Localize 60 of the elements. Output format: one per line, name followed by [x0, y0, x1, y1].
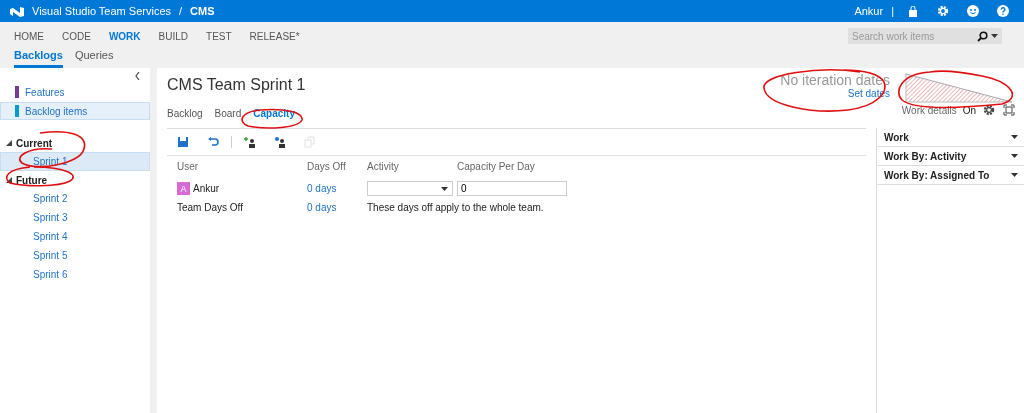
team-days-off-label: Team Days Off — [177, 201, 244, 213]
chart-section-header[interactable]: Work — [877, 128, 1024, 147]
dropdown-caret-icon — [991, 34, 998, 38]
column-header: Days Off — [307, 161, 347, 174]
hub-tab[interactable]: BUILD — [158, 30, 189, 42]
sprint-item[interactable]: Sprint 3 — [0, 208, 150, 227]
column-header: User — [177, 161, 200, 174]
user-name[interactable]: Ankur — [854, 5, 884, 17]
work-details-label: Work details — [901, 104, 957, 116]
header-divider: | — [891, 5, 894, 17]
hub-tab[interactable]: TEST — [206, 30, 232, 42]
view-tab[interactable]: Backlog — [167, 108, 203, 119]
caret-icon — [1011, 135, 1018, 139]
collapse-icon[interactable] — [135, 70, 140, 82]
sprint-item[interactable]: Sprint 6 — [0, 265, 150, 284]
backlog-item[interactable]: Features — [0, 83, 150, 101]
subhub-tab[interactable]: Queries — [74, 49, 114, 68]
sprint-item[interactable]: Sprint 5 — [0, 246, 150, 265]
search-icon[interactable] — [977, 30, 988, 42]
chart-section-header[interactable]: Work By: Assigned To — [877, 166, 1024, 185]
team-note: These days off apply to the whole team. — [367, 201, 545, 213]
hub-tab[interactable]: WORK — [108, 30, 141, 42]
search-field[interactable]: Search work items — [848, 28, 975, 44]
hub-tab[interactable]: HOME — [14, 30, 44, 42]
chart-section-header[interactable]: Work By: Activity — [877, 147, 1024, 166]
hub-tab[interactable]: RELEASE* — [249, 30, 300, 42]
days-off-link[interactable]: 0 days — [307, 183, 367, 194]
expand-icon[interactable] — [6, 177, 12, 183]
column-header: Activity — [367, 161, 400, 174]
hub-tab[interactable]: CODE — [62, 30, 91, 42]
logo-icon[interactable] — [10, 5, 24, 17]
undo-icon[interactable] — [207, 136, 219, 148]
sprint-item[interactable]: Sprint 4 — [0, 227, 150, 246]
backlog-link[interactable]: Features — [25, 86, 65, 98]
add-user-icon[interactable] — [244, 136, 256, 148]
sprint-item[interactable]: Sprint 2 — [0, 189, 150, 208]
user-avatar: A — [177, 182, 190, 195]
caret-icon — [1011, 173, 1018, 177]
user-name-cell: Ankur — [193, 183, 220, 194]
backlog-link[interactable]: Backlog items — [25, 105, 88, 117]
sprint-title: CMS Team Sprint 1 — [167, 76, 306, 94]
view-tab[interactable]: Board — [214, 108, 242, 119]
search-button[interactable] — [975, 28, 1002, 44]
product-name: Visual Studio Team Services — [32, 5, 171, 17]
iteration-group[interactable]: Current — [16, 137, 53, 149]
view-tab[interactable]: Capacity — [253, 108, 295, 119]
sprint-item[interactable]: Sprint 1 — [0, 152, 150, 171]
expand-icon[interactable] — [6, 140, 12, 146]
caret-icon — [1011, 154, 1018, 158]
days-off-link[interactable]: 0 days — [307, 201, 367, 213]
caret-icon — [441, 186, 448, 191]
project-name[interactable]: CMS — [190, 5, 215, 17]
copy-users-icon[interactable] — [274, 136, 286, 148]
capacity-input[interactable]: 0 — [457, 181, 567, 196]
subhub-tab[interactable]: Backlogs — [14, 49, 63, 68]
column-header: Capacity Per Day — [457, 161, 536, 174]
iteration-group[interactable]: Future — [16, 174, 48, 186]
backlog-item[interactable]: Backlog items — [0, 102, 150, 120]
save-icon[interactable] — [177, 136, 189, 148]
breadcrumb-separator: / — [179, 5, 183, 17]
